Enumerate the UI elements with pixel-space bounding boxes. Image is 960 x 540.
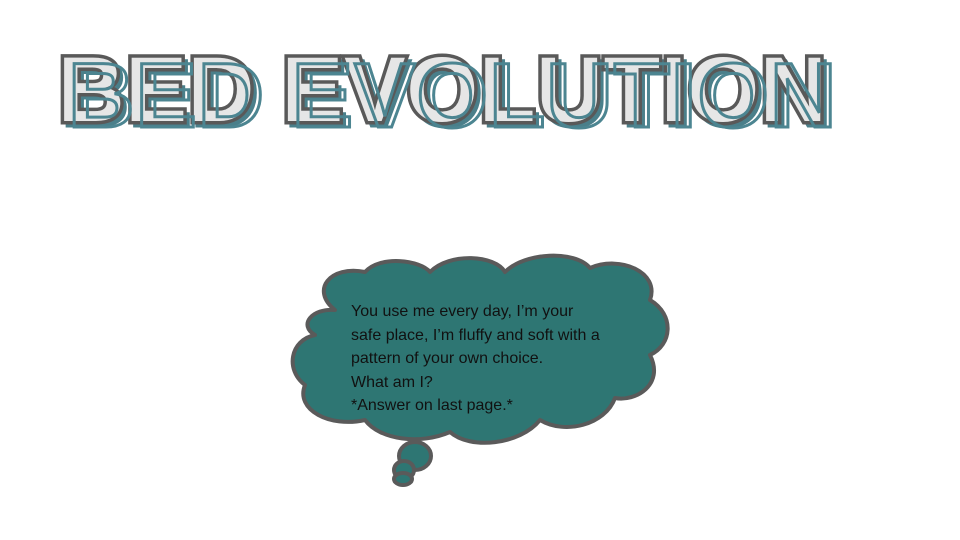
thought-bubble-icon xyxy=(290,253,670,487)
bubble-text: You use me every day, I’m your safe plac… xyxy=(351,300,651,418)
bubble-line: You use me every day, I’m your xyxy=(351,303,574,320)
bubble-line: What am I? xyxy=(351,373,433,391)
slide: BED EVOLUTION BED EVOLUTION BED EVOLUTIO… xyxy=(0,0,960,540)
bubble-line: pattern of your own choice. xyxy=(351,350,544,367)
thought-dot-small xyxy=(392,471,414,487)
bubble-line: *Answer on last page.* xyxy=(351,397,513,414)
bubble-line: safe place, I’m fluffy and soft with a xyxy=(351,326,600,344)
